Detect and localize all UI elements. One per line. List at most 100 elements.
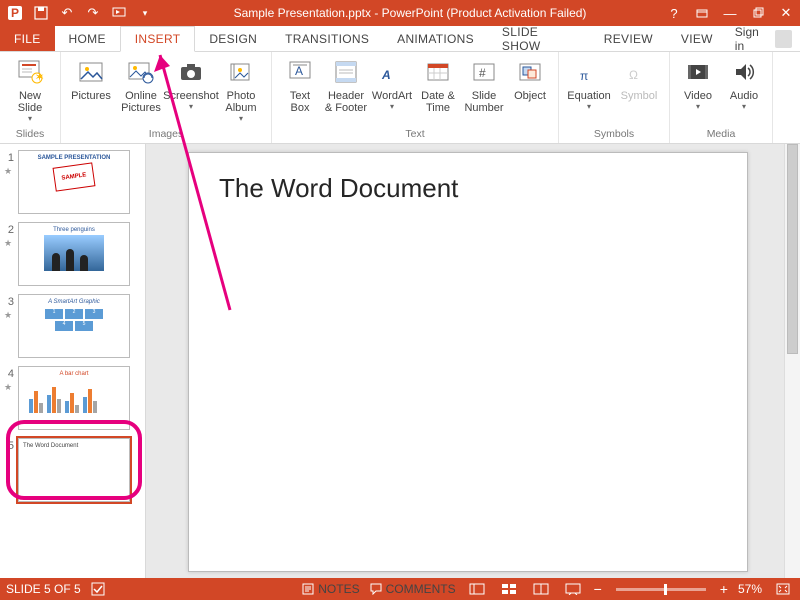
equation-button[interactable]: πEquation bbox=[565, 54, 613, 111]
status-slide-count[interactable]: SLIDE 5 OF 5 bbox=[6, 582, 81, 596]
app-icon[interactable]: P bbox=[4, 2, 26, 24]
svg-text:A: A bbox=[381, 68, 391, 82]
slide-thumbnail-preview: Three penguins bbox=[18, 222, 130, 286]
text-box-icon: A bbox=[284, 56, 316, 88]
slide-number-button[interactable]: #Slide Number bbox=[462, 54, 506, 114]
new-slide-button[interactable]: ✶ New Slide bbox=[6, 54, 54, 123]
slide-thumbnail[interactable]: 5 The Word Document bbox=[4, 438, 141, 502]
slide-thumbnail[interactable]: 3★ A SmartArt Graphic 123 45 bbox=[4, 294, 141, 358]
object-icon bbox=[514, 56, 546, 88]
date-time-icon bbox=[422, 56, 454, 88]
reading-view-icon[interactable] bbox=[530, 581, 552, 597]
redo-icon[interactable]: ↷ bbox=[82, 2, 104, 24]
slide-thumbnail-preview: The Word Document bbox=[18, 438, 130, 502]
scrollbar-thumb[interactable] bbox=[787, 144, 798, 354]
ribbon-display-icon[interactable] bbox=[688, 0, 716, 26]
svg-text:Ω: Ω bbox=[629, 68, 638, 82]
group-text: AText Box Header & Footer AWordArt Date … bbox=[272, 52, 559, 143]
tab-transitions[interactable]: TRANSITIONS bbox=[271, 26, 383, 51]
start-from-beginning-icon[interactable] bbox=[108, 2, 130, 24]
spell-check-icon[interactable] bbox=[91, 582, 105, 596]
pictures-icon bbox=[75, 56, 107, 88]
video-button[interactable]: Video bbox=[676, 54, 720, 111]
slide-thumbnail-preview: A bar chart bbox=[18, 366, 130, 430]
comments-button[interactable]: COMMENTS bbox=[370, 582, 456, 596]
svg-text:A: A bbox=[295, 64, 303, 78]
normal-view-icon[interactable] bbox=[466, 581, 488, 597]
animation-star-icon: ★ bbox=[4, 310, 14, 321]
slide-title[interactable]: The Word Document bbox=[219, 173, 458, 204]
group-images: Pictures Online Pictures Screenshot Phot… bbox=[61, 52, 272, 143]
ribbon: ✶ New Slide Slides Pictures Online Pictu… bbox=[0, 52, 800, 144]
zoom-out-button[interactable]: − bbox=[594, 581, 602, 597]
fit-to-window-icon[interactable] bbox=[772, 581, 794, 597]
wordart-icon: A bbox=[376, 56, 408, 88]
new-slide-icon: ✶ bbox=[14, 56, 46, 88]
sign-in[interactable]: Sign in bbox=[727, 26, 800, 51]
tab-view[interactable]: VIEW bbox=[667, 26, 727, 51]
group-slides: ✶ New Slide Slides bbox=[0, 52, 61, 143]
zoom-in-button[interactable]: + bbox=[720, 581, 728, 597]
undo-icon[interactable]: ↶ bbox=[56, 2, 78, 24]
object-button[interactable]: Object bbox=[508, 54, 552, 114]
minimize-icon[interactable]: — bbox=[716, 0, 744, 26]
current-slide[interactable]: The Word Document bbox=[188, 152, 748, 572]
tab-animations[interactable]: ANIMATIONS bbox=[383, 26, 488, 51]
sign-in-label: Sign in bbox=[735, 25, 769, 53]
slide-thumbnail[interactable]: 4★ A bar chart bbox=[4, 366, 141, 430]
window-title: Sample Presentation.pptx - PowerPoint (P… bbox=[160, 6, 660, 20]
zoom-slider-thumb[interactable] bbox=[664, 584, 667, 595]
status-bar: SLIDE 5 OF 5 NOTES COMMENTS − + 57% bbox=[0, 578, 800, 600]
slideshow-view-icon[interactable] bbox=[562, 581, 584, 597]
header-footer-button[interactable]: Header & Footer bbox=[324, 54, 368, 114]
tab-design[interactable]: DESIGN bbox=[195, 26, 271, 51]
pictures-button[interactable]: Pictures bbox=[67, 54, 115, 123]
svg-text:π: π bbox=[580, 69, 588, 83]
quick-access-toolbar: P ↶ ↷ ▾ bbox=[0, 2, 160, 24]
tab-slideshow[interactable]: SLIDE SHOW bbox=[488, 26, 590, 51]
audio-button[interactable]: Audio bbox=[722, 54, 766, 111]
animation-star-icon: ★ bbox=[4, 238, 14, 249]
save-icon[interactable] bbox=[30, 2, 52, 24]
restore-icon[interactable] bbox=[744, 0, 772, 26]
online-pictures-icon bbox=[125, 56, 157, 88]
slide-thumbnail-panel[interactable]: 1★ SAMPLE PRESENTATION SAMPLE 2★ Three p… bbox=[0, 144, 146, 578]
animation-star-icon: ★ bbox=[4, 382, 14, 393]
slide-canvas[interactable]: The Word Document bbox=[146, 144, 800, 578]
zoom-level[interactable]: 57% bbox=[738, 582, 762, 596]
slide-thumbnail-preview: SAMPLE PRESENTATION SAMPLE bbox=[18, 150, 130, 214]
zoom-slider[interactable] bbox=[616, 588, 706, 591]
wordart-button[interactable]: AWordArt bbox=[370, 54, 414, 114]
help-icon[interactable]: ? bbox=[660, 0, 688, 26]
video-icon bbox=[682, 56, 714, 88]
close-icon[interactable]: ✕ bbox=[772, 0, 800, 26]
avatar-icon bbox=[775, 30, 792, 48]
photo-album-button[interactable]: Photo Album bbox=[217, 54, 265, 123]
svg-text:#: # bbox=[479, 66, 486, 80]
svg-text:✶: ✶ bbox=[35, 70, 45, 84]
photo-album-icon bbox=[225, 56, 257, 88]
screenshot-button[interactable]: Screenshot bbox=[167, 54, 215, 123]
vertical-scrollbar[interactable] bbox=[784, 144, 800, 578]
date-time-button[interactable]: Date & Time bbox=[416, 54, 460, 114]
notes-button[interactable]: NOTES bbox=[302, 582, 359, 596]
window-controls: ? — ✕ bbox=[660, 0, 800, 26]
tab-file[interactable]: FILE bbox=[0, 26, 55, 51]
symbol-icon: Ω bbox=[623, 56, 655, 88]
tab-insert[interactable]: INSERT bbox=[120, 26, 196, 52]
slide-thumbnail[interactable]: 2★ Three penguins bbox=[4, 222, 141, 286]
audio-icon bbox=[728, 56, 760, 88]
qat-customize-icon[interactable]: ▾ bbox=[134, 2, 156, 24]
tab-home[interactable]: HOME bbox=[55, 26, 120, 51]
equation-icon: π bbox=[573, 56, 605, 88]
slide-sorter-view-icon[interactable] bbox=[498, 581, 520, 597]
slide-thumbnail-preview: A SmartArt Graphic 123 45 bbox=[18, 294, 130, 358]
online-pictures-button[interactable]: Online Pictures bbox=[117, 54, 165, 123]
header-footer-icon bbox=[330, 56, 362, 88]
tab-review[interactable]: REVIEW bbox=[590, 26, 667, 51]
text-box-button[interactable]: AText Box bbox=[278, 54, 322, 114]
animation-star-icon: ★ bbox=[4, 166, 14, 177]
slide-thumbnail[interactable]: 1★ SAMPLE PRESENTATION SAMPLE bbox=[4, 150, 141, 214]
title-bar: P ↶ ↷ ▾ Sample Presentation.pptx - Power… bbox=[0, 0, 800, 26]
ribbon-tabs: FILE HOME INSERT DESIGN TRANSITIONS ANIM… bbox=[0, 26, 800, 52]
